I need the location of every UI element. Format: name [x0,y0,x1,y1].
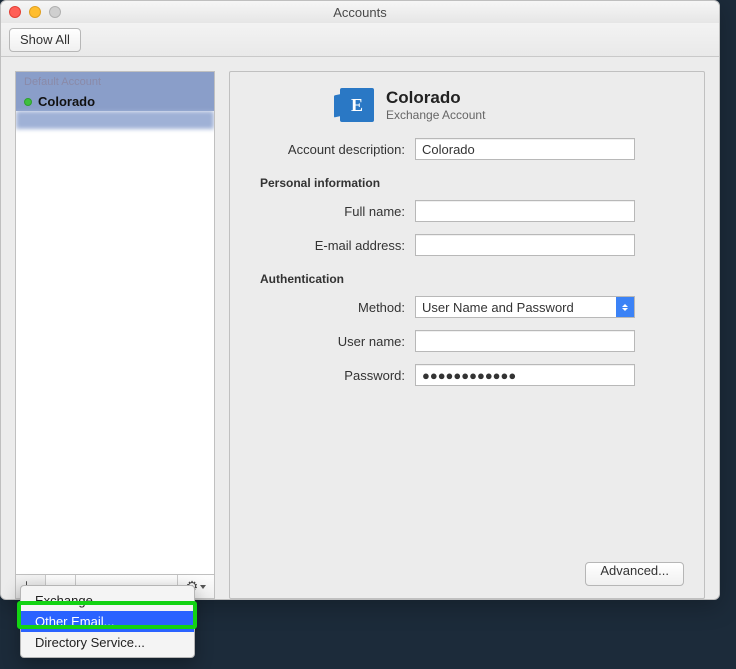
account-subtext [16,111,214,129]
titlebar: Accounts [1,1,719,23]
personal-info-header: Personal information [250,176,684,190]
advanced-label: Advanced... [600,563,669,578]
account-type-label: Exchange Account [386,108,485,122]
accounts-list: Default Account Colorado [16,72,214,574]
status-online-icon [24,98,32,106]
accounts-window: Accounts Show All Default Account Colora… [0,0,720,600]
auth-method-value: User Name and Password [422,300,574,315]
account-header: E Colorado Exchange Account [340,88,684,122]
add-account-menu: Exchange... Other Email... Directory Ser… [20,585,195,658]
auth-method-select[interactable]: User Name and Password [415,296,635,318]
advanced-button[interactable]: Advanced... [585,562,684,586]
user-name-input[interactable] [415,330,635,352]
show-all-button[interactable]: Show All [9,28,81,52]
full-name-input[interactable] [415,200,635,222]
account-description-label: Account description: [250,142,415,157]
window-title: Accounts [1,5,719,20]
password-input[interactable] [415,364,635,386]
show-all-label: Show All [20,32,70,47]
chevron-down-icon [200,585,206,589]
menu-item-exchange[interactable]: Exchange... [21,590,194,611]
menu-item-other-email[interactable]: Other Email... [21,611,194,632]
toolbar: Show All [1,23,719,57]
account-description-input[interactable] [415,138,635,160]
full-name-label: Full name: [250,204,415,219]
user-name-label: User name: [250,334,415,349]
sidebar-group-header: Default Account [16,72,214,90]
menu-item-directory-service[interactable]: Directory Service... [21,632,194,653]
authentication-header: Authentication [250,272,684,286]
password-label: Password: [250,368,415,383]
email-input[interactable] [415,234,635,256]
accounts-sidebar: Default Account Colorado ＋ − ⚙ [15,71,215,599]
account-name-label: Colorado [38,94,95,109]
account-detail-panel: E Colorado Exchange Account Account desc… [229,71,705,599]
content-body: Default Account Colorado ＋ − ⚙ [1,57,719,599]
account-item-colorado[interactable]: Colorado [16,90,214,111]
email-label: E-mail address: [250,238,415,253]
method-label: Method: [250,300,415,315]
select-stepper-icon [616,297,634,317]
account-title: Colorado [386,88,485,108]
exchange-icon: E [340,88,374,122]
